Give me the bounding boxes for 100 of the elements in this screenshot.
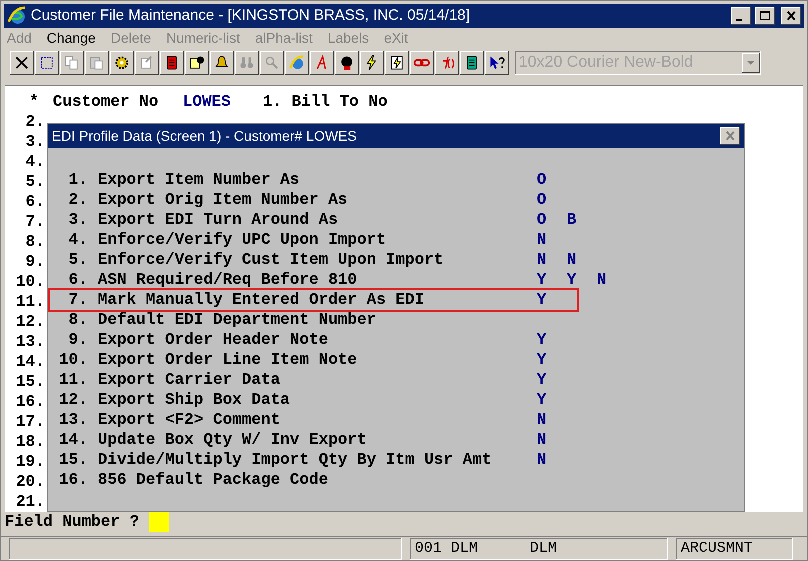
field-number: 3.	[68, 210, 88, 230]
field-value: O	[537, 170, 548, 190]
close-icon	[784, 10, 798, 22]
lightning-document-button[interactable]	[385, 51, 409, 76]
field-value: Y	[537, 270, 548, 290]
field-label: 1. Bill To No	[263, 92, 388, 112]
field-number: 13.	[58, 410, 88, 430]
field-label: Mark Manually Entered Order As EDI	[98, 290, 426, 310]
field-value: N	[597, 270, 608, 290]
line-number: 3.	[24, 132, 45, 152]
line-number: 6.	[24, 192, 45, 212]
dropdown-caret-icon	[742, 53, 760, 74]
field-label: Export Orig Item Number As	[98, 190, 349, 210]
field-label: Export Ship Box Data	[98, 390, 292, 410]
menu-item[interactable]: Change	[46, 28, 96, 50]
line-number: 19.	[15, 452, 45, 472]
field-number: 11.	[58, 370, 88, 390]
minimize-button[interactable]	[731, 6, 751, 25]
gear-button[interactable]	[110, 51, 134, 76]
dotted-selection-button[interactable]	[35, 51, 59, 76]
field-value: Y	[537, 290, 548, 310]
field-value: N	[537, 410, 548, 430]
bell-button[interactable]	[210, 51, 234, 76]
field-number: 14.	[58, 430, 88, 450]
field-number: 2.	[68, 190, 88, 210]
line-number: 12.	[15, 312, 45, 332]
field-label: Customer No	[53, 92, 160, 112]
cross-button[interactable]	[10, 51, 34, 76]
line-number: 15.	[15, 372, 45, 392]
document-button[interactable]	[135, 51, 159, 76]
minimize-icon	[736, 18, 742, 21]
close-button[interactable]	[781, 6, 801, 25]
field-value: B	[567, 210, 578, 230]
chain-link-button[interactable]	[410, 51, 434, 76]
field-number: 1.	[68, 170, 88, 190]
paste-icon	[88, 54, 106, 72]
field-label: Export <F2> Comment	[98, 410, 282, 430]
field-value: N	[567, 250, 578, 270]
field-label: 856 Default Package Code	[98, 470, 330, 490]
field-label: Export Order Header Note	[98, 330, 330, 350]
magnifier-button[interactable]	[260, 51, 284, 76]
field-number: 5.	[68, 250, 88, 270]
field-label: Export EDI Turn Around As	[98, 210, 340, 230]
field-label: ASN Required/Req Before 810	[98, 270, 358, 290]
copy-icon	[63, 54, 81, 72]
field-value: N	[537, 450, 548, 470]
paste-button[interactable]	[85, 51, 109, 76]
status-text: DLM	[530, 538, 558, 559]
prompt-label: Field Number ?	[5, 512, 140, 533]
field-label: Enforce/Verify Cust Item Upon Import	[98, 250, 445, 270]
field-number: 6.	[68, 270, 88, 290]
globe-icon	[288, 54, 306, 72]
person-card-button[interactable]	[185, 51, 209, 76]
field-value: LOWES	[183, 92, 232, 112]
field-label: Export Order Line Item Note	[98, 350, 358, 370]
dialog-title: EDI Profile Data (Screen 1) - Customer# LOWES	[52, 127, 358, 146]
binoculars-button[interactable]	[235, 51, 259, 76]
line-number: 5.	[24, 172, 45, 192]
face-silhouette-button[interactable]	[335, 51, 359, 76]
field-number: 15.	[58, 450, 88, 470]
field-label: Divide/Multiply Import Qty By Itm Usr Amt	[98, 450, 493, 470]
line-number: 2.	[24, 112, 45, 132]
globe-button[interactable]	[285, 51, 309, 76]
field-value: O	[537, 190, 548, 210]
line-number: 17.	[15, 412, 45, 432]
field-value: Y	[537, 390, 548, 410]
field-number: 4.	[68, 230, 88, 250]
globe-logo-icon	[7, 6, 27, 26]
list-button[interactable]	[460, 51, 484, 76]
input-field[interactable]	[149, 512, 170, 532]
letter-a-button[interactable]	[310, 51, 334, 76]
field-value: N	[537, 430, 548, 450]
line-number: 9.	[24, 252, 45, 272]
copy-button[interactable]	[60, 51, 84, 76]
field-value: Y	[567, 270, 578, 290]
field-value: N	[537, 250, 548, 270]
line-number: 4.	[24, 152, 45, 172]
maximize-button[interactable]	[755, 6, 775, 25]
line-number: 11.	[15, 292, 45, 312]
field-number: 12.	[58, 390, 88, 410]
function-button[interactable]	[435, 51, 459, 76]
book-button[interactable]	[160, 51, 184, 76]
window-title: Customer File Maintenance - [KINGSTON BRASS, INC. 05/14/18]	[31, 6, 472, 26]
line-number: 13.	[15, 332, 45, 352]
line-number: 20.	[15, 472, 45, 492]
close-icon	[724, 130, 736, 142]
line-number: *	[28, 92, 40, 112]
maximize-icon	[758, 10, 772, 22]
close-button[interactable]	[720, 127, 740, 145]
lightning-button[interactable]	[360, 51, 384, 76]
help-pointer-icon	[488, 54, 506, 72]
field-value: Y	[537, 350, 548, 370]
line-number: 7.	[24, 212, 45, 232]
help-pointer-button[interactable]	[485, 51, 509, 76]
line-number: 21.	[15, 492, 45, 512]
field-value: Y	[537, 330, 548, 350]
field-value: O	[537, 210, 548, 230]
lightning-document-icon	[388, 54, 406, 72]
field-value: N	[537, 230, 548, 250]
field-label: Default EDI Department Number	[98, 310, 378, 330]
